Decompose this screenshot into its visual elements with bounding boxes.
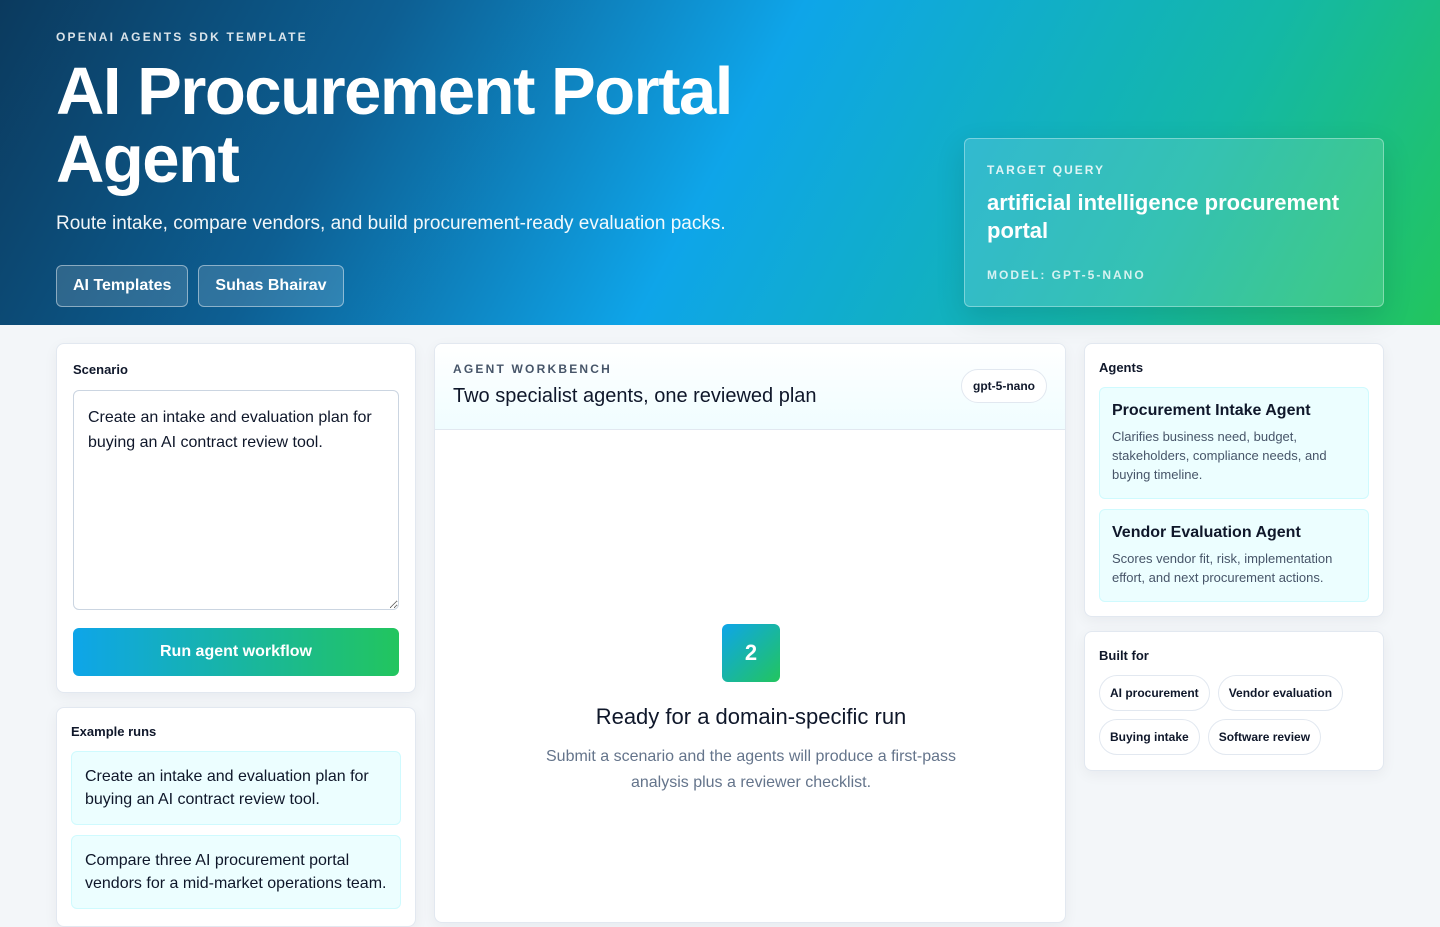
- example-runs-heading: Example runs: [71, 724, 157, 739]
- agent-workbench: AGENT WORKBENCH Two specialist agents, o…: [434, 343, 1066, 923]
- target-query-panel: TARGET QUERY artificial intelligence pro…: [964, 138, 1384, 307]
- hero-banner: OPENAI AGENTS SDK TEMPLATE AI Procuremen…: [0, 0, 1440, 325]
- scenario-heading: Scenario: [73, 362, 128, 377]
- model-pill: gpt-5-nano: [961, 369, 1047, 403]
- tag-buying-intake: Buying intake: [1099, 719, 1200, 755]
- workbench-eyebrow: AGENT WORKBENCH: [453, 362, 612, 376]
- agent-name: Procurement Intake Agent: [1112, 402, 1311, 419]
- empty-state-title: Ready for a domain-specific run: [595, 704, 907, 729]
- hero-subtitle: Route intake, compare vendors, and build…: [56, 213, 726, 234]
- tag-ai-procurement: AI procurement: [1099, 675, 1210, 711]
- built-for-heading: Built for: [1099, 648, 1149, 663]
- example-run-item[interactable]: Create an intake and evaluation plan for…: [71, 751, 401, 825]
- agent-description: Clarifies business need, budget, stakeho…: [1112, 429, 1327, 482]
- run-workflow-button[interactable]: Run agent workflow: [73, 628, 399, 676]
- page-title: AI Procurement Portal Agent: [56, 54, 733, 197]
- example-run-item[interactable]: Compare three AI procurement portal vend…: [71, 835, 401, 909]
- empty-state-subtitle: Submit a scenario and the agents will pr…: [546, 748, 956, 791]
- agent-name: Vendor Evaluation Agent: [1112, 524, 1301, 541]
- agent-count-badge: 2: [722, 624, 780, 682]
- ai-templates-link[interactable]: AI Templates: [56, 265, 189, 307]
- built-for-card: Built for AI procurement Vendor evaluati…: [1084, 631, 1384, 771]
- model-label: MODEL: GPT-5-NANO: [987, 268, 1146, 282]
- hero-links: AI Templates Suhas Bhairav: [56, 265, 344, 307]
- workbench-header: AGENT WORKBENCH Two specialist agents, o…: [435, 344, 1065, 430]
- agents-heading: Agents: [1099, 360, 1144, 375]
- target-query-value: artificial intelligence procurement port…: [987, 190, 1340, 243]
- example-runs-card: Example runs Create an intake and evalua…: [56, 707, 416, 927]
- scenario-input[interactable]: Create an intake and evaluation plan for…: [73, 390, 399, 610]
- agent-item-vendor: Vendor Evaluation Agent Scores vendor fi…: [1099, 509, 1369, 602]
- scenario-card: Scenario Create an intake and evaluation…: [56, 343, 416, 693]
- tag-list: AI procurement Vendor evaluation Buying …: [1099, 675, 1369, 755]
- tag-software-review: Software review: [1207, 719, 1322, 755]
- target-query-label: TARGET QUERY: [987, 163, 1106, 177]
- agents-card: Agents Procurement Intake Agent Clarifie…: [1084, 343, 1384, 617]
- agent-description: Scores vendor fit, risk, implementation …: [1112, 551, 1333, 585]
- hero-eyebrow: OPENAI AGENTS SDK TEMPLATE: [56, 30, 308, 44]
- tag-vendor-evaluation: Vendor evaluation: [1217, 675, 1344, 711]
- agent-item-intake: Procurement Intake Agent Clarifies busin…: [1099, 387, 1369, 499]
- author-link[interactable]: Suhas Bhairav: [198, 265, 344, 307]
- empty-state: 2 Ready for a domain-specific run Submit…: [435, 624, 1065, 796]
- workbench-title: Two specialist agents, one reviewed plan: [453, 385, 817, 407]
